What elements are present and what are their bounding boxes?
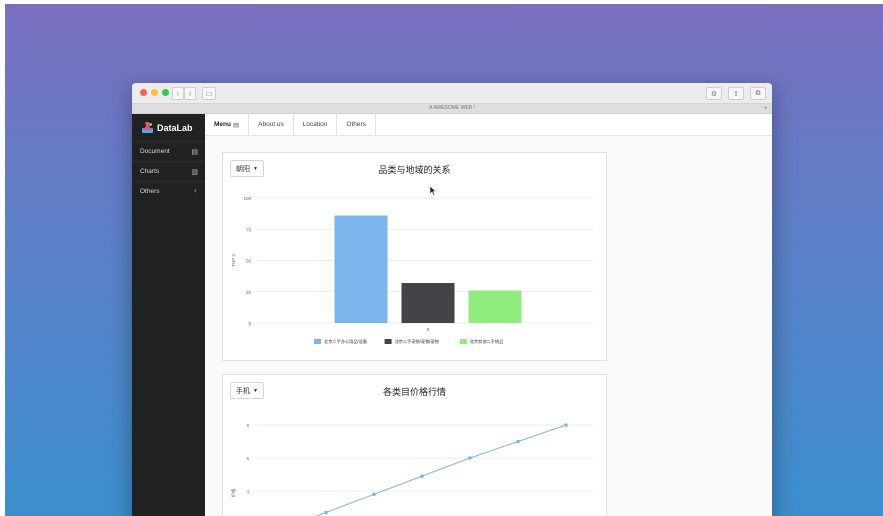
data-point (324, 510, 328, 515)
sidebar-item-label: Document (140, 148, 170, 155)
data-point (516, 439, 520, 444)
data-point (564, 423, 568, 427)
legend-swatch (314, 339, 321, 344)
sidebar-item-charts[interactable]: Charts ▥ (132, 161, 205, 181)
app-root: DataLab Document ▤ Charts ▥ Others ♀ Men… (132, 114, 772, 516)
nav-menu-label: Menu (214, 121, 231, 128)
bar (401, 283, 455, 323)
y-tick-label: 25 (246, 290, 252, 295)
content-area: 朝阳 ▼ 品类与地域的关系 0 25 50 75 100 TOP 3 0 北京二手办公用品/设… (205, 136, 772, 516)
new-tab-button[interactable]: + (761, 104, 770, 113)
line-chart: 4 6 8 价格 (230, 423, 593, 516)
menu-icon: ▤ (232, 121, 240, 129)
minimize-button[interactable] (151, 89, 158, 96)
sidebar-toggle-button[interactable]: ▭ (202, 87, 216, 100)
legend-label: 北京其他二手物品 (470, 338, 504, 345)
x-tick-label: 0 (427, 327, 430, 332)
y-tick-label: 0 (248, 321, 251, 326)
sidebar: DataLab Document ▤ Charts ▥ Others ♀ (132, 114, 205, 516)
brand[interactable]: DataLab (132, 114, 205, 141)
sidebar-item-label: Others (140, 188, 160, 195)
browser-titlebar: ‹ › ▭ ⚙ ⇪ ⧉ (132, 83, 772, 104)
sidebar-item-others[interactable]: Others ♀ (132, 181, 205, 201)
line-series (315, 424, 567, 516)
document-icon: ▤ (191, 148, 198, 156)
browser-tab[interactable]: A AWESOME WEB ! + (132, 104, 772, 114)
top-navigation: Menu ▤ About us Location Others (205, 114, 772, 136)
nav-others[interactable]: Others (337, 114, 376, 135)
mouse-cursor-icon (430, 186, 437, 196)
data-point (420, 474, 424, 478)
y-tick-label: 4 (246, 489, 249, 494)
back-button[interactable]: ‹ (172, 87, 184, 100)
legend-swatch (459, 339, 467, 344)
main-area: Menu ▤ About us Location Others 朝阳 ▼ 品类与 (205, 114, 772, 516)
maximize-button[interactable] (162, 89, 169, 96)
nav-about-us[interactable]: About us (249, 114, 294, 135)
legend-label: 北京二手宠物/宠物/宠物 (395, 338, 439, 345)
y-tick-label: 100 (243, 196, 251, 201)
flask-logo-icon (142, 122, 153, 133)
nav-location[interactable]: Location (294, 114, 338, 135)
close-button[interactable] (140, 89, 147, 96)
y-tick-label: 6 (246, 456, 249, 461)
y-tick-label: 75 (246, 227, 252, 232)
legend-swatch (384, 339, 392, 344)
bar-chart-icon: ▥ (191, 168, 198, 176)
toolbar-right: ⚙ ⇪ ⧉ (706, 87, 766, 100)
browser-window: ‹ › ▭ ⚙ ⇪ ⧉ A AWESOME WEB ! + DataLab Do… (132, 83, 772, 516)
y-axis-label: TOP 3 (231, 254, 236, 267)
window-controls (140, 89, 169, 96)
share-icon[interactable]: ⇪ (728, 87, 744, 100)
bar-chart-panel: 朝阳 ▼ 品类与地域的关系 0 25 50 75 100 TOP 3 0 北京二手办公用品/设… (222, 152, 607, 361)
nav-menu[interactable]: Menu ▤ (205, 114, 250, 135)
data-point (372, 492, 376, 497)
desktop-background: ‹ › ▭ ⚙ ⇪ ⧉ A AWESOME WEB ! + DataLab Do… (5, 4, 883, 516)
line-chart-panel: 手机 ▼ 各类目价格行情 4 6 8 价格 (222, 374, 607, 516)
tabs-icon[interactable]: ⧉ (750, 87, 766, 100)
tab-title: A AWESOME WEB ! (429, 105, 475, 111)
lightbulb-icon: ♀ (192, 188, 198, 195)
brand-name: DataLab (157, 122, 193, 133)
y-tick-label: 50 (246, 259, 252, 264)
forward-button[interactable]: › (184, 87, 196, 100)
y-tick-label: 8 (246, 423, 249, 428)
data-point (468, 456, 472, 460)
settings-icon[interactable]: ⚙ (706, 87, 722, 100)
bar-chart: 0 25 50 75 100 TOP 3 0 北京二手办公用品/设备 北京二手宠物/宠物/宠物 北… (231, 196, 593, 345)
legend-label: 北京二手办公用品/设备 (324, 338, 368, 345)
bar (334, 215, 388, 323)
bar (468, 290, 522, 323)
sidebar-item-label: Charts (140, 168, 160, 175)
sidebar-item-document[interactable]: Document ▤ (132, 141, 205, 161)
y-axis-label: 价格 (230, 488, 237, 497)
